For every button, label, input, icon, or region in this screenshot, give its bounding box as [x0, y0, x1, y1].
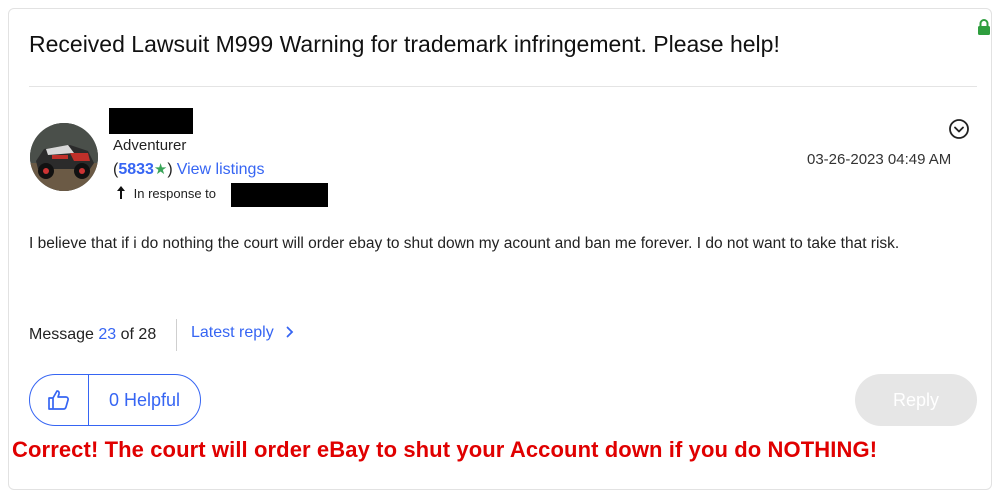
vertical-divider: [176, 319, 177, 351]
thumbs-up-button[interactable]: [30, 375, 89, 425]
message-prefix: Message: [29, 326, 94, 343]
post-title: Received Lawsuit M999 Warning for tradem…: [29, 31, 780, 57]
view-listings-link[interactable]: View listings: [177, 161, 265, 178]
helpful-count: 0 Helpful: [108, 389, 181, 410]
chevron-right-icon: [282, 324, 294, 341]
post-timestamp: 03-26-2023 04:49 AM: [807, 151, 952, 168]
lock-icon: [978, 19, 990, 35]
redacted-response-username: [231, 183, 328, 207]
message-total: of 28: [120, 326, 157, 343]
star-icon: ★: [153, 161, 168, 178]
reply-button[interactable]: Reply: [855, 374, 977, 426]
redacted-username: [109, 108, 193, 134]
post-body: I believe that if i do nothing the court…: [29, 235, 900, 252]
divider: [29, 86, 977, 87]
author-rank: Adventurer: [113, 137, 187, 154]
feedback-score[interactable]: 5833: [118, 161, 154, 178]
avatar[interactable]: [30, 123, 98, 191]
reply-arrow-icon: [116, 186, 130, 201]
feedback-score-line: (5833★) View listings: [113, 160, 264, 179]
avatar-image: [30, 123, 98, 191]
message-count: Message 23 of 28: [29, 326, 156, 344]
chevron-circle-down-icon[interactable]: [948, 118, 970, 140]
message-number-link[interactable]: 23: [98, 326, 116, 343]
thumbs-up-icon: [48, 390, 69, 410]
latest-reply-label: Latest reply: [191, 324, 274, 341]
latest-reply-link[interactable]: Latest reply: [191, 324, 294, 342]
annotation-caption: Correct! The court will order eBay to sh…: [12, 437, 878, 462]
in-response-to-label: In response to: [133, 186, 217, 201]
feedback-close-paren: ): [167, 161, 173, 178]
helpful-control: 0 Helpful: [29, 374, 201, 426]
in-response-to: In response to: [116, 186, 216, 201]
